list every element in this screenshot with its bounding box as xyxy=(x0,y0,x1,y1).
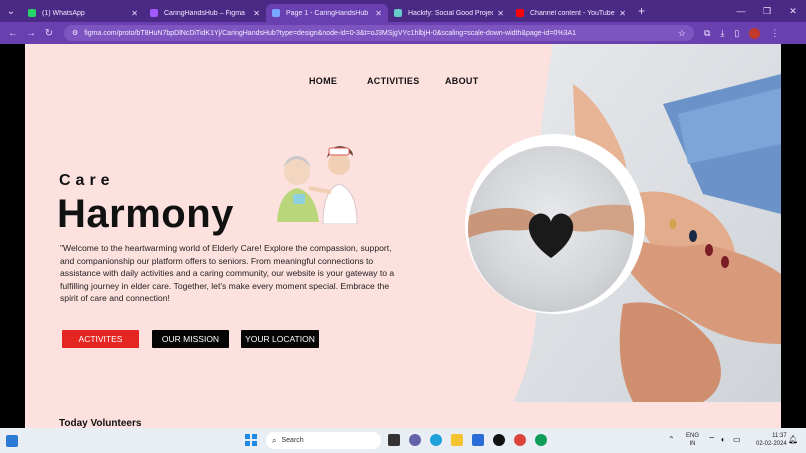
bookmark-star-icon[interactable]: ☆ xyxy=(678,28,686,39)
forward-icon[interactable]: → xyxy=(22,28,40,39)
tab-page1[interactable]: Page 1 - CaringHandsHub ✕ xyxy=(266,4,388,22)
search-icon: ⌕ xyxy=(272,435,277,445)
taskbar: ⌕ Search ⌃ ENG IN ⌔ ◖ ▭ 11:37 02-02-2024… xyxy=(0,428,806,453)
page-viewport: HOME ACTIVITIES ABOUT Care Harmony "Welc… xyxy=(0,44,806,428)
whatsapp-icon xyxy=(28,9,36,17)
window-controls: — ❐ ✕ xyxy=(728,0,806,22)
lang-bottom: IN xyxy=(689,441,696,447)
caregiver-illustration xyxy=(277,146,358,224)
reload-icon[interactable]: ↻ xyxy=(40,28,58,39)
taskbar-apps xyxy=(388,434,547,446)
close-window-icon[interactable]: ✕ xyxy=(780,6,806,17)
tab-search-icon[interactable]: ⌄ xyxy=(0,0,22,22)
clock-time: 11:37 xyxy=(772,433,787,439)
site-info-icon[interactable]: ⚙ xyxy=(72,29,78,37)
minimize-icon[interactable]: — xyxy=(728,6,754,16)
chrome-icon[interactable] xyxy=(514,434,526,446)
hero-harmony-title: Harmony xyxy=(57,192,234,236)
close-icon[interactable]: ✕ xyxy=(497,9,504,18)
edge-icon[interactable] xyxy=(430,434,442,446)
clock-date: 02-02-2024 xyxy=(756,441,787,447)
profile-avatar[interactable] xyxy=(749,27,761,39)
dell-icon[interactable] xyxy=(493,434,505,446)
back-icon[interactable]: ← xyxy=(4,28,22,39)
widgets-icon[interactable] xyxy=(6,434,18,447)
tray-chevron-icon[interactable]: ⌃ xyxy=(668,435,675,444)
figma-icon xyxy=(150,9,158,17)
figma-proto-icon xyxy=(272,9,280,17)
nav-home[interactable]: HOME xyxy=(309,76,337,86)
new-tab-icon[interactable]: + xyxy=(638,4,645,18)
download-icon[interactable]: ⤓ xyxy=(720,28,724,39)
language-indicator[interactable]: ENG IN xyxy=(686,432,699,448)
your-location-button[interactable]: YOUR LOCATION xyxy=(241,330,319,348)
extensions-icon[interactable]: ⧉ xyxy=(704,28,710,39)
tab-hackify[interactable]: Hackify: Social Good Projects ✕ xyxy=(388,4,510,22)
tab-youtube[interactable]: Channel content - YouTube Stu ✕ xyxy=(510,4,632,22)
toolbar-icons: ⧉ ⤓ ▯ ⋮ xyxy=(704,27,779,39)
close-icon[interactable]: ✕ xyxy=(131,9,138,18)
heart-hands-photo xyxy=(468,146,634,312)
wifi-icon[interactable]: ⌔ xyxy=(708,435,716,445)
browser-tabbar: ⌄ (1) WhatsApp ✕ CaringHandsHub – Figma … xyxy=(0,0,806,22)
search-label: Search xyxy=(281,437,304,444)
tab-figma[interactable]: CaringHandsHub – Figma ✕ xyxy=(144,4,266,22)
heart-hands-art xyxy=(468,204,634,258)
volume-icon[interactable]: ◖ xyxy=(720,435,725,444)
hackify-icon xyxy=(394,9,402,17)
youtube-icon xyxy=(516,9,524,17)
close-icon[interactable]: ✕ xyxy=(375,9,382,18)
task-view-icon[interactable] xyxy=(388,434,400,446)
file-explorer-icon[interactable] xyxy=(451,434,463,446)
start-icon[interactable] xyxy=(245,434,257,446)
menu-kebab-icon[interactable]: ⋮ xyxy=(770,28,779,39)
hero-description: "Welcome to the heartwarming world of El… xyxy=(60,243,395,304)
taskbar-search[interactable]: ⌕ Search xyxy=(266,432,381,449)
lang-top: ENG xyxy=(686,433,700,439)
caringhands-page: HOME ACTIVITIES ABOUT Care Harmony "Welc… xyxy=(25,44,781,428)
browser-toolbar: ← → ↻ ⚙ figma.com/proto/bT8HuN7bpDlNcDiT… xyxy=(0,22,806,44)
close-icon[interactable]: ✕ xyxy=(619,9,626,18)
nav-about[interactable]: ABOUT xyxy=(445,76,479,86)
chat-icon[interactable] xyxy=(409,434,421,446)
clock[interactable]: 11:37 02-02-2024 xyxy=(756,432,787,448)
sidepanel-icon[interactable]: ▯ xyxy=(734,28,739,39)
restore-icon[interactable]: ❐ xyxy=(754,6,780,17)
chrome-profile-icon[interactable] xyxy=(535,434,547,446)
hero-care-text: Care xyxy=(59,172,115,189)
notification-icon[interactable]: 🔔︎ xyxy=(788,435,798,444)
url-text: figma.com/proto/bT8HuN7bpDlNcDiTidK1Yj/C… xyxy=(84,29,577,37)
our-mission-button[interactable]: OUR MISSION xyxy=(152,330,229,348)
battery-icon[interactable]: ▭ xyxy=(733,435,741,444)
nav-activities[interactable]: ACTIVITIES xyxy=(367,76,420,86)
close-icon[interactable]: ✕ xyxy=(253,9,260,18)
today-volunteers-heading: Today Volunteers xyxy=(59,418,142,428)
store-icon[interactable] xyxy=(472,434,484,446)
address-bar[interactable]: ⚙ figma.com/proto/bT8HuN7bpDlNcDiTidK1Yj… xyxy=(64,25,694,41)
tab-whatsapp[interactable]: (1) WhatsApp ✕ xyxy=(22,4,144,22)
activities-button[interactable]: ACTIVITES xyxy=(62,330,139,348)
